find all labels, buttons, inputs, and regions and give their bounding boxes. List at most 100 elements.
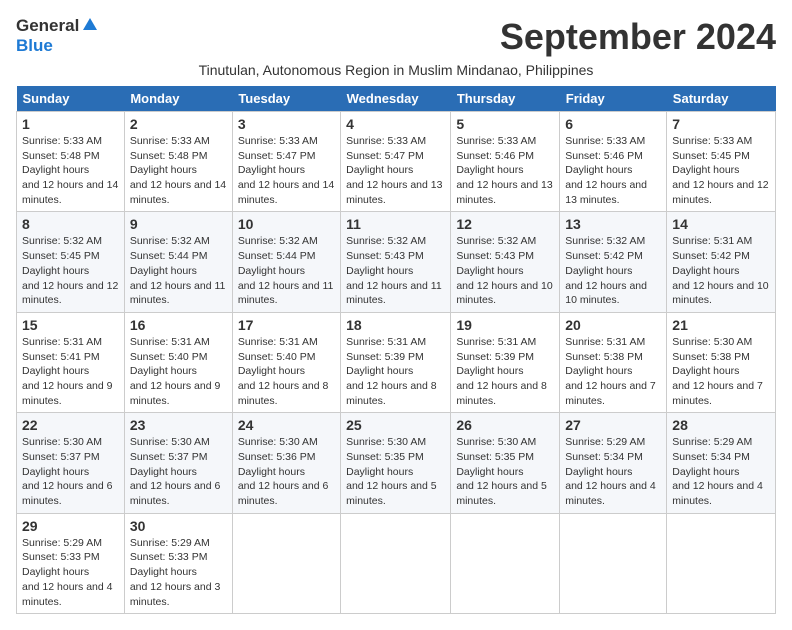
- day-number: 26: [456, 417, 554, 433]
- day-info: Sunrise: 5:30 AM Sunset: 5:36 PM Dayligh…: [238, 435, 335, 508]
- day-number: 16: [130, 317, 227, 333]
- day-number: 22: [22, 417, 119, 433]
- table-row: 26 Sunrise: 5:30 AM Sunset: 5:35 PM Dayl…: [451, 413, 560, 513]
- table-row: 30 Sunrise: 5:29 AM Sunset: 5:33 PM Dayl…: [124, 513, 232, 613]
- day-number: 28: [672, 417, 770, 433]
- table-row: 18 Sunrise: 5:31 AM Sunset: 5:39 PM Dayl…: [341, 312, 451, 412]
- day-info: Sunrise: 5:32 AM Sunset: 5:44 PM Dayligh…: [238, 234, 335, 307]
- day-info: Sunrise: 5:31 AM Sunset: 5:39 PM Dayligh…: [346, 335, 445, 408]
- logo-icon: [81, 16, 99, 34]
- logo-blue: Blue: [16, 36, 53, 56]
- table-row: 11 Sunrise: 5:32 AM Sunset: 5:43 PM Dayl…: [341, 212, 451, 312]
- logo-general: General: [16, 16, 79, 36]
- day-info: Sunrise: 5:32 AM Sunset: 5:45 PM Dayligh…: [22, 234, 119, 307]
- subtitle: Tinutulan, Autonomous Region in Muslim M…: [16, 62, 776, 78]
- table-row: 14 Sunrise: 5:31 AM Sunset: 5:42 PM Dayl…: [667, 212, 776, 312]
- table-row: 29 Sunrise: 5:29 AM Sunset: 5:33 PM Dayl…: [17, 513, 125, 613]
- day-number: 13: [565, 216, 661, 232]
- day-number: 17: [238, 317, 335, 333]
- day-number: 23: [130, 417, 227, 433]
- day-number: 9: [130, 216, 227, 232]
- table-row: [560, 513, 667, 613]
- table-row: 27 Sunrise: 5:29 AM Sunset: 5:34 PM Dayl…: [560, 413, 667, 513]
- table-row: 9 Sunrise: 5:32 AM Sunset: 5:44 PM Dayli…: [124, 212, 232, 312]
- day-number: 27: [565, 417, 661, 433]
- table-row: 15 Sunrise: 5:31 AM Sunset: 5:41 PM Dayl…: [17, 312, 125, 412]
- day-info: Sunrise: 5:33 AM Sunset: 5:45 PM Dayligh…: [672, 134, 770, 207]
- day-info: Sunrise: 5:30 AM Sunset: 5:35 PM Dayligh…: [346, 435, 445, 508]
- day-number: 1: [22, 116, 119, 132]
- table-row: [232, 513, 340, 613]
- table-row: 28 Sunrise: 5:29 AM Sunset: 5:34 PM Dayl…: [667, 413, 776, 513]
- day-info: Sunrise: 5:31 AM Sunset: 5:39 PM Dayligh…: [456, 335, 554, 408]
- col-monday: Monday: [124, 86, 232, 112]
- day-number: 10: [238, 216, 335, 232]
- day-info: Sunrise: 5:33 AM Sunset: 5:47 PM Dayligh…: [238, 134, 335, 207]
- col-thursday: Thursday: [451, 86, 560, 112]
- day-info: Sunrise: 5:29 AM Sunset: 5:34 PM Dayligh…: [672, 435, 770, 508]
- day-number: 29: [22, 518, 119, 534]
- table-row: 13 Sunrise: 5:32 AM Sunset: 5:42 PM Dayl…: [560, 212, 667, 312]
- table-row: 10 Sunrise: 5:32 AM Sunset: 5:44 PM Dayl…: [232, 212, 340, 312]
- day-info: Sunrise: 5:33 AM Sunset: 5:46 PM Dayligh…: [456, 134, 554, 207]
- col-sunday: Sunday: [17, 86, 125, 112]
- day-info: Sunrise: 5:31 AM Sunset: 5:41 PM Dayligh…: [22, 335, 119, 408]
- day-number: 3: [238, 116, 335, 132]
- table-row: 3 Sunrise: 5:33 AM Sunset: 5:47 PM Dayli…: [232, 112, 340, 212]
- day-number: 12: [456, 216, 554, 232]
- table-row: [667, 513, 776, 613]
- table-row: 24 Sunrise: 5:30 AM Sunset: 5:36 PM Dayl…: [232, 413, 340, 513]
- day-number: 8: [22, 216, 119, 232]
- col-saturday: Saturday: [667, 86, 776, 112]
- day-info: Sunrise: 5:29 AM Sunset: 5:33 PM Dayligh…: [130, 536, 227, 609]
- table-row: 4 Sunrise: 5:33 AM Sunset: 5:47 PM Dayli…: [341, 112, 451, 212]
- table-row: 23 Sunrise: 5:30 AM Sunset: 5:37 PM Dayl…: [124, 413, 232, 513]
- day-info: Sunrise: 5:33 AM Sunset: 5:47 PM Dayligh…: [346, 134, 445, 207]
- table-row: 7 Sunrise: 5:33 AM Sunset: 5:45 PM Dayli…: [667, 112, 776, 212]
- day-info: Sunrise: 5:30 AM Sunset: 5:37 PM Dayligh…: [130, 435, 227, 508]
- table-row: [451, 513, 560, 613]
- day-info: Sunrise: 5:32 AM Sunset: 5:43 PM Dayligh…: [456, 234, 554, 307]
- table-row: 21 Sunrise: 5:30 AM Sunset: 5:38 PM Dayl…: [667, 312, 776, 412]
- day-number: 15: [22, 317, 119, 333]
- table-row: 12 Sunrise: 5:32 AM Sunset: 5:43 PM Dayl…: [451, 212, 560, 312]
- day-info: Sunrise: 5:31 AM Sunset: 5:40 PM Dayligh…: [238, 335, 335, 408]
- day-info: Sunrise: 5:32 AM Sunset: 5:44 PM Dayligh…: [130, 234, 227, 307]
- table-row: 19 Sunrise: 5:31 AM Sunset: 5:39 PM Dayl…: [451, 312, 560, 412]
- day-info: Sunrise: 5:30 AM Sunset: 5:38 PM Dayligh…: [672, 335, 770, 408]
- col-wednesday: Wednesday: [341, 86, 451, 112]
- day-number: 6: [565, 116, 661, 132]
- table-row: [341, 513, 451, 613]
- day-info: Sunrise: 5:32 AM Sunset: 5:42 PM Dayligh…: [565, 234, 661, 307]
- day-info: Sunrise: 5:33 AM Sunset: 5:48 PM Dayligh…: [22, 134, 119, 207]
- day-number: 25: [346, 417, 445, 433]
- day-info: Sunrise: 5:29 AM Sunset: 5:34 PM Dayligh…: [565, 435, 661, 508]
- day-info: Sunrise: 5:30 AM Sunset: 5:37 PM Dayligh…: [22, 435, 119, 508]
- day-number: 21: [672, 317, 770, 333]
- day-number: 24: [238, 417, 335, 433]
- day-number: 2: [130, 116, 227, 132]
- day-number: 7: [672, 116, 770, 132]
- day-number: 30: [130, 518, 227, 534]
- day-number: 20: [565, 317, 661, 333]
- table-row: 8 Sunrise: 5:32 AM Sunset: 5:45 PM Dayli…: [17, 212, 125, 312]
- table-row: 6 Sunrise: 5:33 AM Sunset: 5:46 PM Dayli…: [560, 112, 667, 212]
- day-number: 19: [456, 317, 554, 333]
- table-row: 1 Sunrise: 5:33 AM Sunset: 5:48 PM Dayli…: [17, 112, 125, 212]
- day-info: Sunrise: 5:31 AM Sunset: 5:40 PM Dayligh…: [130, 335, 227, 408]
- day-info: Sunrise: 5:31 AM Sunset: 5:42 PM Dayligh…: [672, 234, 770, 307]
- day-number: 5: [456, 116, 554, 132]
- day-info: Sunrise: 5:32 AM Sunset: 5:43 PM Dayligh…: [346, 234, 445, 307]
- month-title: September 2024: [500, 16, 776, 58]
- day-info: Sunrise: 5:30 AM Sunset: 5:35 PM Dayligh…: [456, 435, 554, 508]
- day-info: Sunrise: 5:31 AM Sunset: 5:38 PM Dayligh…: [565, 335, 661, 408]
- table-row: 2 Sunrise: 5:33 AM Sunset: 5:48 PM Dayli…: [124, 112, 232, 212]
- day-info: Sunrise: 5:33 AM Sunset: 5:48 PM Dayligh…: [130, 134, 227, 207]
- col-friday: Friday: [560, 86, 667, 112]
- day-number: 11: [346, 216, 445, 232]
- day-number: 18: [346, 317, 445, 333]
- day-number: 4: [346, 116, 445, 132]
- table-row: 25 Sunrise: 5:30 AM Sunset: 5:35 PM Dayl…: [341, 413, 451, 513]
- table-row: 16 Sunrise: 5:31 AM Sunset: 5:40 PM Dayl…: [124, 312, 232, 412]
- logo: General Blue: [16, 16, 99, 56]
